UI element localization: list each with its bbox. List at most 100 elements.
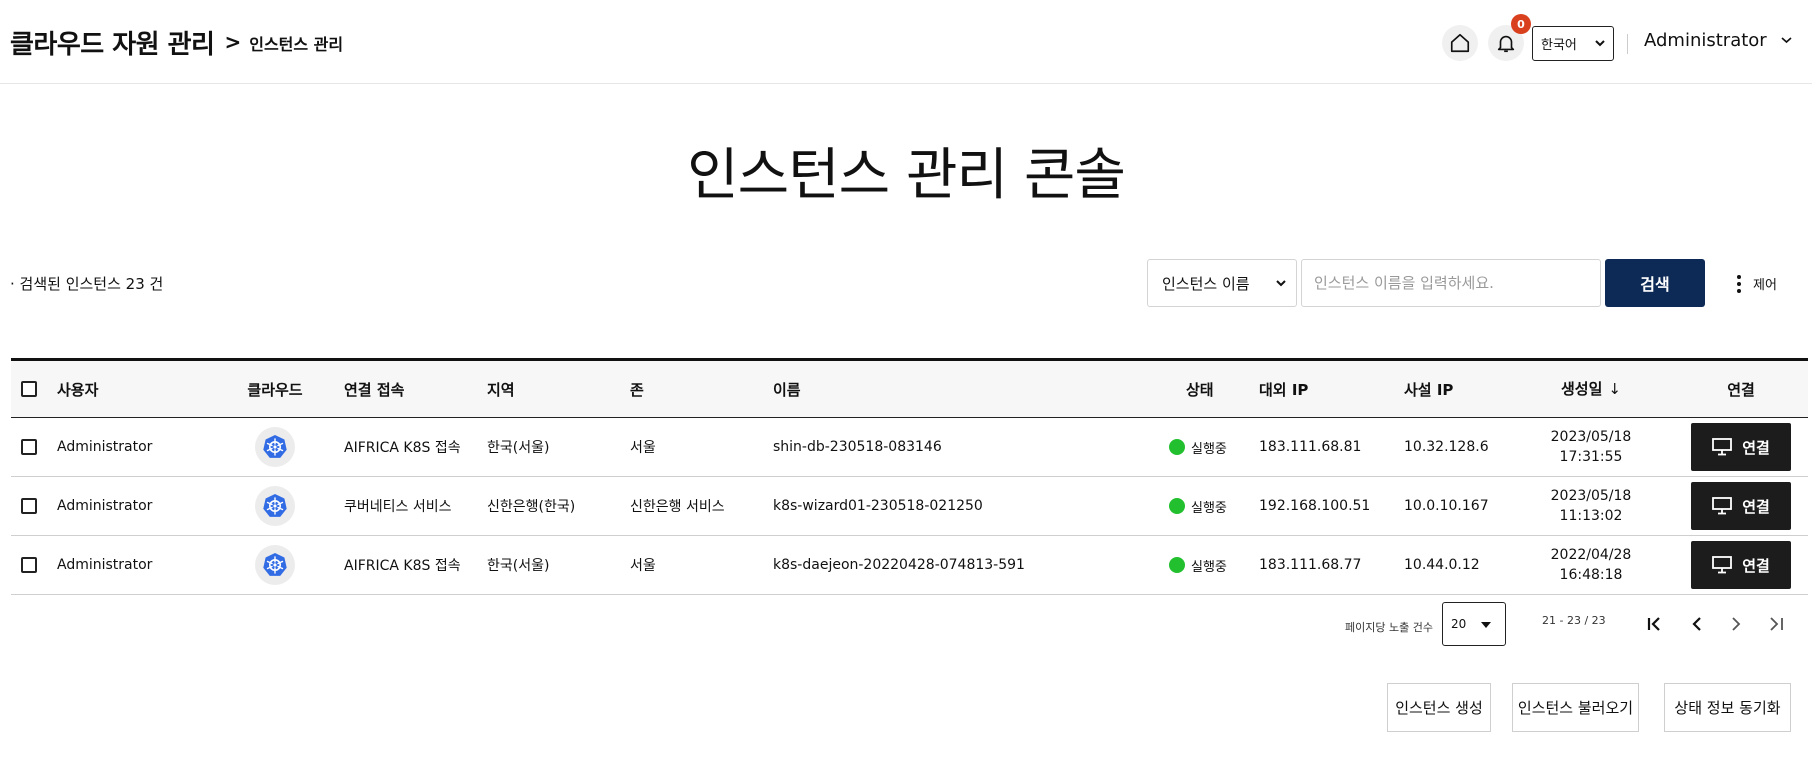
kubernetes-icon	[255, 486, 295, 526]
col-region: 지역	[487, 380, 515, 399]
search-type-select[interactable]: 인스턴스 이름	[1147, 259, 1297, 307]
connect-button[interactable]: 연결	[1691, 482, 1791, 530]
sort-arrow-icon: ↓	[1608, 380, 1621, 398]
instance-table: 사용자 클라우드 연결 접속 지역 존 이름 상태 대외 IP 사설 IP 생성…	[11, 358, 1808, 595]
row-checkbox[interactable]	[21, 557, 37, 573]
chevron-down-icon	[1595, 40, 1605, 47]
search-input[interactable]	[1301, 259, 1601, 307]
row-status-text: 실행중	[1191, 441, 1227, 457]
row-zone: 신한은행 서비스	[630, 499, 725, 515]
table-row[interactable]: Administrator AIFRICA	[11, 536, 1808, 595]
row-private-ip: 10.32.128.6	[1404, 439, 1489, 455]
connect-label: 연결	[1742, 438, 1770, 457]
row-public-ip: 183.111.68.81	[1259, 439, 1362, 455]
row-checkbox[interactable]	[21, 439, 37, 455]
row-region: 한국(서울)	[487, 440, 550, 456]
row-connection: AIFRICA K8S 접속	[344, 558, 461, 574]
row-created: 2023/05/18 11:13:02	[1541, 477, 1641, 535]
language-select[interactable]: 한국어	[1532, 26, 1614, 61]
page-title: 인스턴스 관리 콘솔	[687, 143, 1126, 208]
row-status: 실행중	[1169, 536, 1227, 594]
search-button[interactable]: 검색	[1605, 259, 1705, 307]
row-user: Administrator	[57, 557, 153, 573]
select-all-checkbox[interactable]	[21, 381, 37, 397]
row-name: k8s-daejeon-20220428-074813-591	[773, 557, 1025, 573]
status-running-dot	[1169, 439, 1185, 455]
monitor-icon	[1712, 497, 1733, 515]
row-region: 신한은행(한국)	[487, 499, 576, 515]
first-page-icon	[1647, 617, 1660, 631]
row-connection: AIFRICA K8S 접속	[344, 440, 461, 456]
table-row[interactable]: Administrator 쿠버네티스 서비스 신한은행(한국) 신한은행 서비…	[11, 477, 1808, 536]
row-created-time: 17:31:55	[1559, 449, 1623, 465]
home-button[interactable]	[1442, 25, 1478, 61]
breadcrumb-current: 인스턴스 관리	[249, 35, 344, 54]
notification-badge: 0	[1511, 14, 1531, 34]
more-vertical-icon	[1737, 274, 1741, 293]
status-running-dot	[1169, 498, 1185, 514]
control-menu-button[interactable]: 제어	[1737, 274, 1777, 293]
prev-page-button[interactable]	[1686, 613, 1708, 635]
row-private-ip: 10.44.0.12	[1404, 557, 1480, 573]
last-page-icon	[1770, 617, 1783, 631]
next-page-button[interactable]	[1725, 613, 1747, 635]
page-range: 21 - 23 / 23	[1542, 614, 1606, 627]
breadcrumb-root[interactable]: 클라우드 자원 관리	[10, 24, 215, 61]
row-status: 실행중	[1169, 477, 1227, 535]
chevron-right-icon	[1732, 617, 1741, 631]
row-created-date: 2023/05/18	[1550, 488, 1632, 504]
first-page-button[interactable]	[1645, 613, 1667, 635]
chevron-left-icon	[1692, 617, 1701, 631]
bell-icon	[1497, 35, 1515, 53]
per-page-select[interactable]: 20	[1442, 602, 1506, 646]
row-checkbox[interactable]	[21, 498, 37, 514]
col-zone: 존	[630, 380, 644, 399]
last-page-button[interactable]	[1765, 613, 1787, 635]
connect-button[interactable]: 연결	[1691, 423, 1791, 471]
per-page-label: 페이지당 노출 건수	[1345, 621, 1433, 634]
notification-button[interactable]: 0	[1488, 14, 1531, 61]
search-type-value: 인스턴스 이름	[1162, 274, 1250, 293]
row-zone: 서울	[630, 558, 656, 574]
col-public-ip: 대외 IP	[1259, 380, 1309, 399]
row-name: shin-db-230518-083146	[773, 439, 942, 455]
sync-status-button[interactable]: 상태 정보 동기화	[1664, 683, 1791, 732]
row-created-date: 2023/05/18	[1550, 429, 1632, 445]
row-created-time: 16:48:18	[1559, 567, 1623, 583]
table-row[interactable]: Administrator AIFRICA	[11, 418, 1808, 477]
row-public-ip: 183.111.68.77	[1259, 557, 1362, 573]
import-instance-button[interactable]: 인스턴스 불러오기	[1512, 683, 1639, 732]
row-private-ip: 10.0.10.167	[1404, 498, 1489, 514]
result-count: · 검색된 인스턴스 23 건	[10, 275, 164, 293]
row-region: 한국(서울)	[487, 558, 550, 574]
connect-label: 연결	[1742, 497, 1770, 516]
top-header: 클라우드 자원 관리 > 인스턴스 관리 0 한국어 Administrator	[0, 0, 1812, 84]
col-cloud: 클라우드	[247, 380, 303, 399]
row-status-text: 실행중	[1191, 559, 1227, 575]
monitor-icon	[1712, 556, 1733, 574]
row-zone: 서울	[630, 440, 656, 456]
caret-down-icon	[1481, 622, 1491, 628]
breadcrumb-separator: >	[224, 30, 242, 54]
col-connect: 연결	[1727, 380, 1755, 399]
create-instance-button[interactable]: 인스턴스 생성	[1387, 683, 1491, 732]
per-page-value: 20	[1451, 617, 1467, 631]
col-status: 상태	[1186, 380, 1214, 399]
col-created-sort[interactable]: 생성일 ↓	[1541, 361, 1641, 417]
connect-button[interactable]: 연결	[1691, 541, 1791, 589]
home-icon	[1450, 33, 1470, 53]
user-name: Administrator	[1644, 30, 1767, 51]
breadcrumb: 클라우드 자원 관리 > 인스턴스 관리	[10, 24, 343, 60]
user-menu[interactable]: Administrator	[1644, 30, 1792, 51]
header-divider	[1627, 34, 1628, 54]
control-label: 제어	[1753, 278, 1777, 293]
row-user: Administrator	[57, 439, 153, 455]
chevron-down-icon	[1781, 36, 1792, 43]
row-created: 2023/05/18 17:31:55	[1541, 418, 1641, 476]
row-status: 실행중	[1169, 418, 1227, 476]
row-status-text: 실행중	[1191, 500, 1227, 516]
col-user: 사용자	[57, 380, 99, 399]
kubernetes-icon	[255, 545, 295, 585]
row-user: Administrator	[57, 498, 153, 514]
table-body: Administrator AIFRICA K8S 접속 한국(서울) 서울 s…	[11, 418, 1808, 595]
